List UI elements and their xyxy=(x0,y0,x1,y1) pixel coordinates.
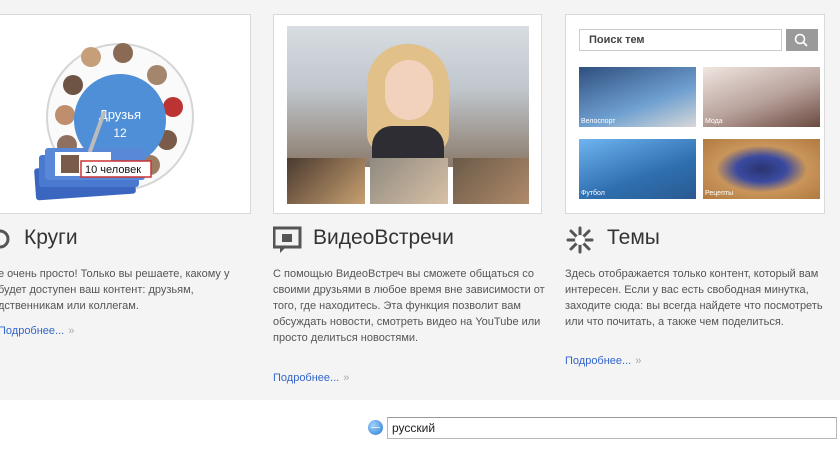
circle-tag-label: 10 человек xyxy=(85,164,141,176)
chevron-right-icon: » xyxy=(635,355,642,367)
topics-illustration-card: Поиск тем Велоспорт Мода Футбол Рецепты xyxy=(565,14,825,214)
circles-title: Круги xyxy=(24,226,78,249)
globe-icon xyxy=(368,420,383,435)
circles-more-link[interactable]: Подробнее...» xyxy=(0,325,74,337)
circles-description: е очень просто! Только вы решаете, каком… xyxy=(0,268,230,312)
participant-video-3 xyxy=(453,158,529,204)
topic-tile-fashion[interactable]: Мода xyxy=(703,67,820,127)
topic-tile-label: Велоспорт xyxy=(581,118,616,125)
topic-tile-label: Мода xyxy=(705,118,723,125)
hangouts-more-link[interactable]: Подробнее...» xyxy=(273,372,349,384)
participant-video-2 xyxy=(370,158,448,204)
circles-illustration-card: Друзья 12 10 человек xyxy=(0,14,251,214)
video-chat-icon xyxy=(273,226,302,253)
topics-description: Здесь отображается только контент, котор… xyxy=(565,268,823,328)
chevron-right-icon: » xyxy=(343,372,350,384)
hangouts-more-label: Подробнее... xyxy=(273,372,340,384)
participant-video-1 xyxy=(287,158,365,204)
topic-tile-cycling[interactable]: Велоспорт xyxy=(579,67,696,127)
topics-search-button[interactable] xyxy=(786,29,818,51)
language-select[interactable]: русский xyxy=(387,417,837,439)
hangouts-description: С помощью ВидеоВстреч вы сможете общатьс… xyxy=(273,268,545,344)
circles-icon xyxy=(0,229,10,249)
topics-title: Темы xyxy=(607,226,660,249)
topics-more-link[interactable]: Подробнее...» xyxy=(565,355,641,367)
topic-tile-football[interactable]: Футбол xyxy=(579,139,696,199)
topics-more-label: Подробнее... xyxy=(565,355,632,367)
hangouts-title: ВидеоВстречи xyxy=(313,226,454,249)
circles-more-label: Подробнее... xyxy=(0,325,65,337)
hangouts-illustration-card xyxy=(273,14,542,214)
topics-search-input[interactable]: Поиск тем xyxy=(579,29,782,51)
main-video-frame xyxy=(287,26,529,167)
search-icon xyxy=(794,33,808,47)
topic-tile-recipes[interactable]: Рецепты xyxy=(703,139,820,199)
sparkle-icon xyxy=(566,226,594,254)
topic-tile-label: Футбол xyxy=(581,190,605,197)
topics-search-placeholder: Поиск тем xyxy=(589,34,645,46)
topic-tile-label: Рецепты xyxy=(705,190,734,197)
circles-illustration: Друзья 12 10 человек xyxy=(34,43,194,201)
chevron-right-icon: » xyxy=(68,325,75,337)
circle-count-label: 12 xyxy=(113,126,127,140)
